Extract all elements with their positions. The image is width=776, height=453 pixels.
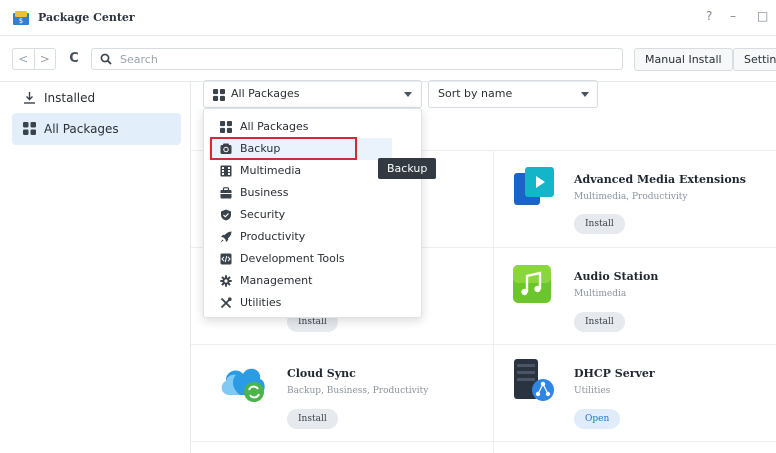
download-icon xyxy=(24,92,35,104)
dhcp-server-icon xyxy=(514,359,554,401)
audio-station-icon xyxy=(513,265,551,303)
sidebar-item-label: All Packages xyxy=(44,122,119,136)
menu-item-development-tools[interactable]: Development Tools xyxy=(204,248,421,270)
package-name: Advanced Media Extensions xyxy=(574,173,746,186)
install-button[interactable]: Install xyxy=(287,409,338,429)
nav-buttons: < > xyxy=(12,48,56,70)
refresh-button[interactable]: C xyxy=(63,48,85,70)
sort-select[interactable]: Sort by name xyxy=(428,80,598,108)
shield-icon xyxy=(221,209,231,221)
package-categories: Backup, Business, Productivity xyxy=(287,386,429,396)
search-input[interactable] xyxy=(118,49,598,69)
grid-divider xyxy=(493,150,494,453)
menu-item-label: Multimedia xyxy=(240,164,302,177)
minimize-icon[interactable]: – xyxy=(730,9,736,23)
advanced-media-extensions-icon xyxy=(514,167,554,205)
search-icon xyxy=(100,53,112,65)
manual-install-button[interactable]: Manual Install xyxy=(634,48,733,71)
menu-item-label: Utilities xyxy=(240,296,282,309)
package-center-icon: $ xyxy=(13,11,29,25)
menu-item-label: Business xyxy=(240,186,289,199)
grid-divider xyxy=(191,441,776,442)
title-bar: $ Package Center ? – □ xyxy=(0,0,776,36)
menu-item-management[interactable]: Management xyxy=(204,270,421,292)
window-title: Package Center xyxy=(38,11,135,24)
install-button[interactable]: Install xyxy=(574,214,625,234)
sidebar-item-installed[interactable]: Installed xyxy=(12,82,181,114)
briefcase-icon xyxy=(220,187,232,199)
category-select[interactable]: All Packages xyxy=(203,80,422,108)
menu-item-label: Security xyxy=(240,208,286,221)
sort-select-value: Sort by name xyxy=(438,87,513,100)
svg-text:$: $ xyxy=(19,17,23,25)
sidebar-item-all-packages[interactable]: All Packages xyxy=(12,113,181,145)
category-select-value: All Packages xyxy=(231,87,300,100)
maximize-icon[interactable]: □ xyxy=(757,9,768,23)
cloud-sync-icon xyxy=(221,368,265,402)
help-icon[interactable]: ? xyxy=(706,9,712,23)
grid-icon xyxy=(213,89,225,101)
menu-item-label: All Packages xyxy=(240,120,309,133)
menu-item-label: Productivity xyxy=(240,230,306,243)
menu-item-utilities[interactable]: Utilities xyxy=(204,292,421,314)
back-button[interactable]: < xyxy=(13,49,35,69)
menu-item-business[interactable]: Business xyxy=(204,182,421,204)
sidebar-item-label: Installed xyxy=(44,91,96,105)
toolbar: < > C Manual Install Setting xyxy=(0,36,776,82)
menu-item-security[interactable]: Security xyxy=(204,204,421,226)
install-button[interactable]: Install xyxy=(574,312,625,332)
rocket-icon xyxy=(220,231,232,243)
menu-item-label: Development Tools xyxy=(240,252,345,265)
gear-icon xyxy=(220,275,232,287)
package-categories: Multimedia xyxy=(574,289,627,299)
menu-item-all-packages[interactable]: All Packages xyxy=(204,116,421,138)
sidebar: Installed All Packages xyxy=(0,82,191,453)
package-name: Cloud Sync xyxy=(287,367,356,380)
menu-item-productivity[interactable]: Productivity xyxy=(204,226,421,248)
search-box[interactable] xyxy=(91,48,623,70)
grid-icon xyxy=(23,122,36,135)
settings-button[interactable]: Setting xyxy=(733,48,776,71)
highlight-box xyxy=(210,137,357,160)
package-name: DHCP Server xyxy=(574,367,655,380)
grid-icon xyxy=(220,121,232,133)
chevron-down-icon xyxy=(404,92,412,97)
tooltip: Backup xyxy=(378,158,437,179)
code-icon xyxy=(220,253,232,265)
tools-icon xyxy=(220,297,232,309)
forward-button[interactable]: > xyxy=(35,49,56,69)
film-icon xyxy=(220,165,232,177)
grid-divider xyxy=(191,344,776,345)
package-name: Audio Station xyxy=(574,270,659,283)
open-button[interactable]: Open xyxy=(574,409,621,429)
package-categories: Utilities xyxy=(574,386,611,396)
chevron-down-icon xyxy=(581,92,589,97)
package-categories: Multimedia, Productivity xyxy=(574,192,688,202)
menu-item-label: Management xyxy=(240,274,313,287)
